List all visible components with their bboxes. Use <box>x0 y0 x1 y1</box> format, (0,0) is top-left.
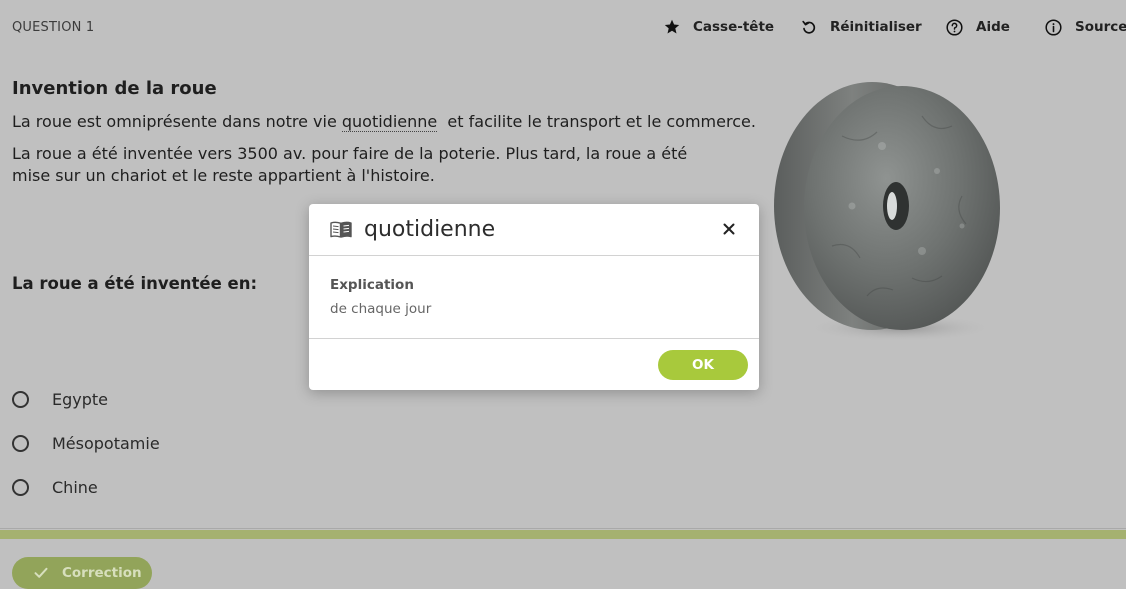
paragraph-1-end: et facilite le transport et le commerce. <box>437 112 756 131</box>
answer-option-mesopotamie[interactable]: Mésopotamie <box>12 431 160 455</box>
help-icon <box>946 18 963 36</box>
top-toolbar: QUESTION 1 Casse-tête Réinitialiser Aide… <box>0 0 1126 54</box>
content-title: Invention de la roue <box>12 78 217 99</box>
glossary-dialog: quotidienne Explication de chaque jour O… <box>309 204 759 390</box>
answer-option-chine[interactable]: Chine <box>12 475 98 499</box>
reset-button[interactable]: Réinitialiser <box>801 17 922 37</box>
correction-label: Correction <box>62 565 142 581</box>
dialog-header: quotidienne <box>309 204 759 256</box>
answer-option-label: Chine <box>52 477 98 497</box>
footer-progress-stripe <box>0 530 1126 539</box>
reset-icon <box>802 20 816 34</box>
correction-button[interactable]: Correction <box>12 557 152 589</box>
dialog-body: Explication de chaque jour <box>309 256 759 338</box>
reset-label: Réinitialiser <box>830 19 922 35</box>
source-label: Source <box>1075 19 1126 35</box>
help-label: Aide <box>976 19 1010 35</box>
explanation-text: de chaque jour <box>330 301 432 317</box>
paragraph-2: La roue a été inventée vers 3500 av. pou… <box>12 144 688 185</box>
footer-divider <box>0 528 1126 529</box>
source-button[interactable]: Source <box>1045 17 1126 37</box>
radio-button[interactable] <box>12 478 29 496</box>
question-text: La roue a été inventée en: <box>12 274 258 293</box>
question-number-label: QUESTION 1 <box>12 20 95 35</box>
answer-option-label: Egypte <box>52 389 109 409</box>
close-icon[interactable] <box>721 221 737 237</box>
checkmark-icon <box>34 567 48 578</box>
help-button[interactable]: Aide <box>946 17 1010 37</box>
paragraph-1: La roue est omniprésente dans notre vie … <box>12 111 756 133</box>
stone-wheel-image <box>774 82 1000 342</box>
glossary-term-link[interactable]: quotidienne <box>341 112 438 132</box>
radio-button[interactable] <box>12 434 29 452</box>
star-icon <box>664 19 680 34</box>
explanation-heading: Explication <box>330 277 414 293</box>
book-icon <box>330 221 352 238</box>
dialog-title: quotidienne <box>364 217 496 242</box>
answer-option-label: Mésopotamie <box>52 433 160 453</box>
info-icon <box>1045 18 1062 36</box>
ok-button[interactable]: OK <box>658 350 748 380</box>
dialog-footer: OK <box>309 338 759 391</box>
puzzle-label: Casse-tête <box>693 19 775 35</box>
paragraph-1-start: La roue est omniprésente dans notre vie <box>12 112 342 131</box>
radio-button[interactable] <box>12 390 29 408</box>
answer-option-egypte[interactable]: Egypte <box>12 387 108 411</box>
puzzle-button[interactable]: Casse-tête <box>664 17 774 37</box>
